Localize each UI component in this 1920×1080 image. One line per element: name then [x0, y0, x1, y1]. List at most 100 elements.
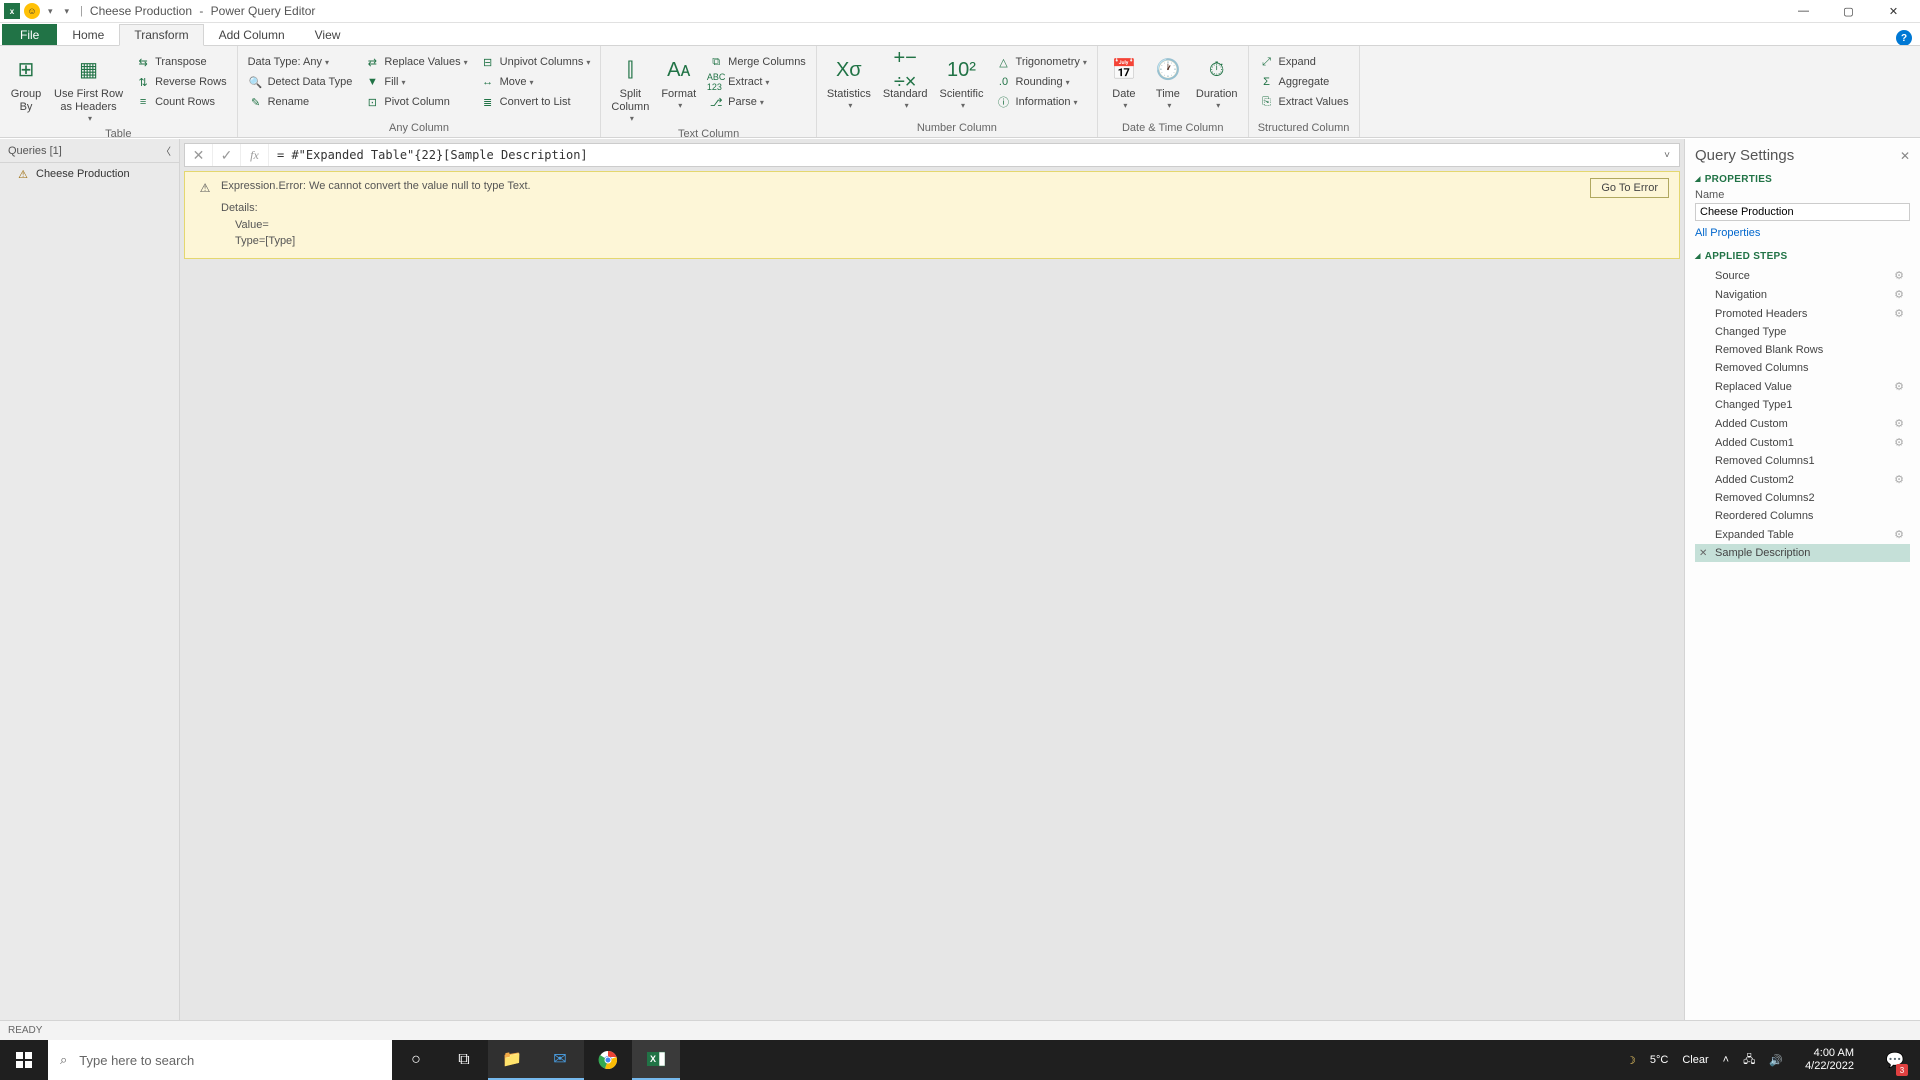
applied-step[interactable]: Removed Columns2 [1695, 489, 1910, 507]
gear-icon[interactable]: ⚙ [1894, 307, 1904, 320]
fill-button[interactable]: ▼Fill▾ [360, 72, 471, 92]
commit-formula-button[interactable]: ✓ [213, 144, 241, 166]
count-rows-button[interactable]: ≡Count Rows [131, 92, 231, 112]
mail-icon[interactable]: ✉ [536, 1040, 584, 1080]
extract-values-button[interactable]: ⎘Extract Values [1255, 92, 1353, 112]
pivot-button[interactable]: ⊡Pivot Column [360, 92, 471, 112]
all-properties-link[interactable]: All Properties [1695, 227, 1760, 239]
excel-icon[interactable]: X [632, 1040, 680, 1080]
taskbar-search[interactable]: ⌕ Type here to search [48, 1040, 392, 1080]
applied-step[interactable]: Added Custom1⚙ [1695, 433, 1910, 452]
query-item[interactable]: ⚠ Cheese Production [0, 163, 179, 185]
duration-button[interactable]: ⏱Duration▾ [1192, 52, 1242, 113]
add-column-tab[interactable]: Add Column [204, 24, 300, 46]
detect-type-button[interactable]: 🔍Detect Data Type [244, 72, 357, 92]
close-button[interactable]: ✕ [1871, 0, 1916, 23]
time-button[interactable]: 🕐Time▾ [1148, 52, 1188, 113]
gear-icon[interactable]: ⚙ [1894, 528, 1904, 541]
volume-icon[interactable]: 🔊 [1769, 1054, 1783, 1067]
applied-step[interactable]: Source⚙ [1695, 266, 1910, 285]
weather-temp[interactable]: 5°C [1650, 1054, 1668, 1066]
clock[interactable]: 4:00 AM 4/22/2022 [1797, 1047, 1862, 1073]
home-tab[interactable]: Home [57, 24, 119, 46]
applied-step[interactable]: Expanded Table⚙ [1695, 525, 1910, 544]
formula-input[interactable]: = #"Expanded Table"{22}[Sample Descripti… [269, 148, 1655, 162]
gear-icon[interactable]: ⚙ [1894, 269, 1904, 282]
cancel-formula-button[interactable]: ✕ [185, 144, 213, 166]
applied-step[interactable]: Removed Columns1 [1695, 452, 1910, 470]
rounding-button[interactable]: .0Rounding▾ [992, 72, 1091, 92]
goto-error-button[interactable]: Go To Error [1590, 178, 1669, 198]
aggregate-button[interactable]: ΣAggregate [1255, 72, 1353, 92]
information-button[interactable]: ⓘInformation▾ [992, 92, 1091, 112]
applied-step[interactable]: Added Custom2⚙ [1695, 470, 1910, 489]
reverse-rows-button[interactable]: ⇅Reverse Rows [131, 72, 231, 92]
transform-tab[interactable]: Transform [119, 24, 203, 46]
fx-icon[interactable]: fx [241, 144, 269, 166]
extract-button[interactable]: ABC123Extract▾ [704, 72, 810, 92]
move-button[interactable]: ↔Move▾ [476, 72, 595, 92]
collapse-icon[interactable]: 〈 [161, 143, 171, 158]
gear-icon[interactable]: ⚙ [1894, 436, 1904, 449]
gear-icon[interactable]: ⚙ [1894, 473, 1904, 486]
expand-button[interactable]: ⤢Expand [1255, 52, 1353, 72]
group-by-button[interactable]: ⊞ Group By [6, 52, 46, 116]
close-settings-button[interactable]: ✕ [1900, 149, 1910, 163]
transpose-button[interactable]: ⇆Transpose [131, 52, 231, 72]
applied-step[interactable]: Changed Type [1695, 323, 1910, 341]
chevron-down-icon[interactable]: ▾ [44, 6, 57, 17]
first-row-headers-button[interactable]: ▦ Use First Row as Headers▾ [50, 52, 127, 126]
unpivot-button[interactable]: ⊟Unpivot Columns▾ [476, 52, 595, 72]
applied-step[interactable]: Removed Blank Rows [1695, 341, 1910, 359]
convert-list-button[interactable]: ≣Convert to List [476, 92, 595, 112]
chevron-down-icon: ▾ [1066, 78, 1070, 87]
smiley-icon[interactable]: ☺ [24, 3, 40, 19]
split-column-button[interactable]: ⫿Split Column▾ [607, 52, 653, 126]
help-icon[interactable]: ? [1896, 30, 1912, 46]
file-explorer-icon[interactable]: 📁 [488, 1040, 536, 1080]
start-button[interactable] [0, 1040, 48, 1080]
format-button[interactable]: AᴀFormat▾ [657, 52, 700, 113]
date-button[interactable]: 📅Date▾ [1104, 52, 1144, 113]
applied-step[interactable]: Navigation⚙ [1695, 285, 1910, 304]
expand-icon: ⤢ [1259, 54, 1275, 70]
applied-step[interactable]: Added Custom⚙ [1695, 414, 1910, 433]
notifications-button[interactable]: 💬 3 [1876, 1040, 1914, 1080]
qat-overflow-icon[interactable]: ▾ [61, 6, 74, 17]
replace-values-button[interactable]: ⇄Replace Values▾ [360, 52, 471, 72]
applied-steps-header[interactable]: APPLIED STEPS [1695, 251, 1910, 262]
applied-step[interactable]: Promoted Headers⚙ [1695, 304, 1910, 323]
maximize-button[interactable]: ▢ [1826, 0, 1871, 23]
gear-icon[interactable]: ⚙ [1894, 288, 1904, 301]
merge-columns-button[interactable]: ⧉Merge Columns [704, 52, 810, 72]
properties-section-header[interactable]: PROPERTIES [1695, 174, 1910, 185]
gear-icon[interactable]: ⚙ [1894, 417, 1904, 430]
datatype-button[interactable]: Data Type: Any▾ [244, 52, 357, 72]
weather-condition[interactable]: Clear [1682, 1054, 1708, 1066]
statistics-button[interactable]: ΧσStatistics▾ [823, 52, 875, 113]
cortana-icon[interactable]: ○ [392, 1040, 440, 1080]
gear-icon[interactable]: ⚙ [1894, 380, 1904, 393]
parse-button[interactable]: ⎇Parse▾ [704, 92, 810, 112]
weather-icon[interactable]: ☽ [1626, 1054, 1636, 1067]
trig-button[interactable]: △Trigonometry▾ [992, 52, 1091, 72]
extract-icon: ABC123 [708, 74, 724, 90]
file-tab[interactable]: File [2, 24, 57, 46]
query-name-input[interactable] [1695, 203, 1910, 221]
rename-button[interactable]: ✎Rename [244, 92, 357, 112]
minimize-button[interactable]: — [1781, 0, 1826, 23]
standard-button[interactable]: +−÷×Standard▾ [879, 52, 932, 113]
view-tab[interactable]: View [300, 24, 356, 46]
expand-formula-button[interactable]: ˅ [1655, 150, 1679, 161]
delete-step-icon[interactable]: ✕ [1699, 548, 1707, 559]
applied-step[interactable]: Replaced Value⚙ [1695, 377, 1910, 396]
task-view-icon[interactable]: ⧉ [440, 1040, 488, 1080]
tray-overflow-icon[interactable]: ˄ [1723, 1054, 1729, 1066]
scientific-button[interactable]: 10²Scientific▾ [935, 52, 987, 113]
applied-step[interactable]: Changed Type1 [1695, 396, 1910, 414]
applied-step[interactable]: Reordered Columns [1695, 507, 1910, 525]
chrome-icon[interactable] [584, 1040, 632, 1080]
applied-step[interactable]: ✕Sample Description [1695, 544, 1910, 562]
applied-step[interactable]: Removed Columns [1695, 359, 1910, 377]
network-icon[interactable]: 🖧 [1743, 1051, 1755, 1070]
